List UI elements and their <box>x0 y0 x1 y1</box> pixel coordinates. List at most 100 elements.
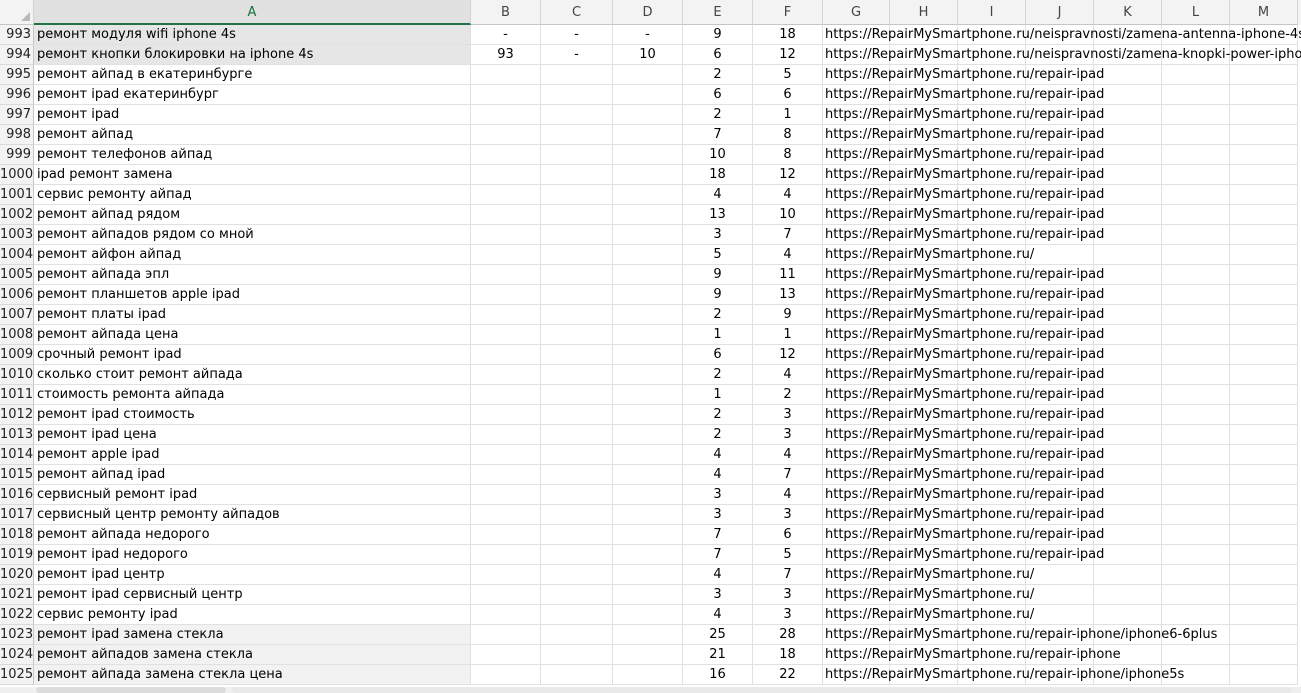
cell-a[interactable]: ремонт ipad замена стекла <box>34 625 471 645</box>
column-header-c[interactable]: C <box>541 0 613 25</box>
cell-a[interactable]: сколько стоит ремонт айпада <box>34 365 471 385</box>
cell-f[interactable]: 4 <box>753 445 823 465</box>
cell-j[interactable] <box>1026 245 1094 265</box>
cell-c[interactable] <box>541 145 613 165</box>
cell-l[interactable] <box>1162 545 1230 565</box>
cell-g[interactable]: https://RepairMySmartphone.ru/repair-ipa… <box>823 205 1104 225</box>
cell-l[interactable] <box>1162 605 1230 625</box>
cell-e[interactable]: 13 <box>683 205 753 225</box>
cell-f[interactable]: 3 <box>753 505 823 525</box>
cell-a[interactable]: ремонт ipad <box>34 105 471 125</box>
cell-c[interactable] <box>541 445 613 465</box>
cell-g[interactable]: https://RepairMySmartphone.ru/repair-ipa… <box>823 345 1104 365</box>
cell-c[interactable] <box>541 565 613 585</box>
cell-g[interactable]: https://RepairMySmartphone.ru/repair-ipa… <box>823 485 1104 505</box>
cell-b[interactable] <box>471 225 541 245</box>
cell-m[interactable] <box>1230 645 1298 665</box>
cell-g[interactable]: https://RepairMySmartphone.ru/repair-ipa… <box>823 85 1104 105</box>
cell-d[interactable] <box>613 485 683 505</box>
cell-m[interactable] <box>1230 385 1298 405</box>
row-header[interactable]: 1007 <box>0 305 34 325</box>
cell-d[interactable] <box>613 125 683 145</box>
cell-c[interactable] <box>541 205 613 225</box>
row-header[interactable]: 1020 <box>0 565 34 585</box>
cell-l[interactable] <box>1162 225 1230 245</box>
cell-m[interactable] <box>1230 265 1298 285</box>
cell-d[interactable] <box>613 425 683 445</box>
cell-c[interactable] <box>541 485 613 505</box>
cell-a[interactable]: ремонт модуля wifi iphone 4s <box>34 25 471 45</box>
cell-e[interactable]: 6 <box>683 85 753 105</box>
cell-l[interactable] <box>1162 85 1230 105</box>
cell-a[interactable]: ремонт айфон айпад <box>34 245 471 265</box>
cell-e[interactable]: 2 <box>683 365 753 385</box>
row-header[interactable]: 999 <box>0 145 34 165</box>
cell-a[interactable]: ремонт айпад ipad <box>34 465 471 485</box>
cell-d[interactable] <box>613 605 683 625</box>
cell-d[interactable] <box>613 205 683 225</box>
cell-l[interactable] <box>1162 105 1230 125</box>
cell-e[interactable]: 1 <box>683 385 753 405</box>
cell-e[interactable]: 4 <box>683 445 753 465</box>
cell-a[interactable]: ремонт айпада цена <box>34 325 471 345</box>
cell-f[interactable]: 6 <box>753 525 823 545</box>
cell-d[interactable] <box>613 325 683 345</box>
cell-g[interactable]: https://RepairMySmartphone.ru/repair-ipa… <box>823 125 1104 145</box>
cell-e[interactable]: 4 <box>683 185 753 205</box>
cell-l[interactable] <box>1162 205 1230 225</box>
cell-l[interactable] <box>1162 345 1230 365</box>
cell-f[interactable]: 12 <box>753 165 823 185</box>
cell-k[interactable] <box>1094 445 1162 465</box>
cell-a[interactable]: ремонт ipad стоимость <box>34 405 471 425</box>
row-header[interactable]: 1022 <box>0 605 34 625</box>
row-header[interactable]: 994 <box>0 45 34 65</box>
cell-a[interactable]: ремонт айпадов замена стекла <box>34 645 471 665</box>
row-header[interactable]: 998 <box>0 125 34 145</box>
cell-k[interactable] <box>1094 85 1162 105</box>
row-header[interactable]: 1012 <box>0 405 34 425</box>
cell-b[interactable] <box>471 605 541 625</box>
cell-a[interactable]: ремонт айпада эпл <box>34 265 471 285</box>
cell-m[interactable] <box>1230 605 1298 625</box>
cell-a[interactable]: ремонт ipad сервисный центр <box>34 585 471 605</box>
cell-c[interactable] <box>541 65 613 85</box>
row-header[interactable]: 1014 <box>0 445 34 465</box>
cell-l[interactable] <box>1162 305 1230 325</box>
cell-a[interactable]: сервис ремонту ipad <box>34 605 471 625</box>
cell-a[interactable]: ремонт айпад <box>34 125 471 145</box>
cell-l[interactable] <box>1162 445 1230 465</box>
cell-m[interactable] <box>1230 445 1298 465</box>
cell-d[interactable] <box>613 405 683 425</box>
cell-b[interactable]: 93 <box>471 45 541 65</box>
cell-d[interactable] <box>613 185 683 205</box>
spreadsheet-grid[interactable]: ABCDEFGHIJKLM 993 ремонт модуля wifi ipho… <box>0 0 1301 693</box>
cell-e[interactable]: 5 <box>683 245 753 265</box>
row-header[interactable]: 1001 <box>0 185 34 205</box>
cell-b[interactable] <box>471 525 541 545</box>
cell-e[interactable]: 2 <box>683 305 753 325</box>
cell-m[interactable] <box>1230 505 1298 525</box>
cell-f[interactable]: 7 <box>753 565 823 585</box>
cell-m[interactable] <box>1230 285 1298 305</box>
cell-b[interactable] <box>471 445 541 465</box>
cell-b[interactable] <box>471 205 541 225</box>
cell-m[interactable] <box>1230 585 1298 605</box>
cell-m[interactable] <box>1230 85 1298 105</box>
cell-a[interactable]: ремонт ipad цена <box>34 425 471 445</box>
cell-e[interactable]: 2 <box>683 105 753 125</box>
cell-l[interactable] <box>1162 125 1230 145</box>
cell-f[interactable]: 10 <box>753 205 823 225</box>
cell-d[interactable] <box>613 385 683 405</box>
cell-l[interactable] <box>1162 425 1230 445</box>
cell-l[interactable] <box>1162 525 1230 545</box>
column-header-l[interactable]: L <box>1162 0 1230 25</box>
cell-a[interactable]: ремонт планшетов apple ipad <box>34 285 471 305</box>
cell-g[interactable]: https://RepairMySmartphone.ru/repair-ipa… <box>823 365 1104 385</box>
cell-e[interactable]: 3 <box>683 485 753 505</box>
cell-c[interactable] <box>541 605 613 625</box>
row-header[interactable]: 1013 <box>0 425 34 445</box>
cell-g[interactable]: https://RepairMySmartphone.ru/repair-ipa… <box>823 305 1104 325</box>
cell-k[interactable] <box>1094 65 1162 85</box>
cell-e[interactable]: 9 <box>683 265 753 285</box>
cell-a[interactable]: сервис ремонту айпад <box>34 185 471 205</box>
